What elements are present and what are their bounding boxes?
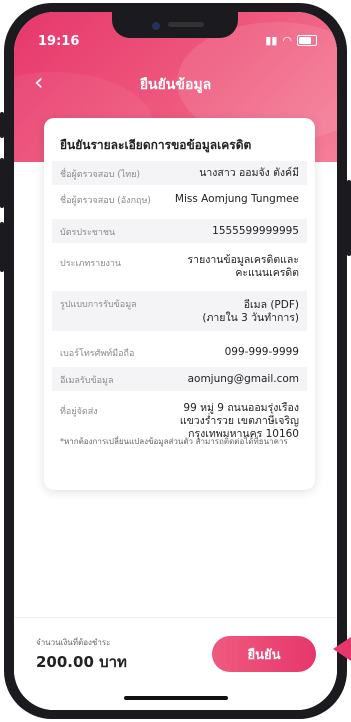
detail-value: Miss Aomjung Tungmee [174, 193, 299, 205]
detail-value: 1555599999995 [212, 225, 299, 237]
detail-value: นางสาว ออมจัง ตังค์มี [199, 167, 299, 179]
page-title: ยืนยันข้อมูล [139, 77, 212, 93]
detail-row: รูปแบบการรับข้อมูล อีเมล (PDF) (ภายใน 3 … [52, 291, 307, 331]
detail-row: ชื่อผู้ตรวจสอบ (ไทย) นางสาว ออมจัง ตังค์… [52, 161, 307, 185]
screen: 19:16 ▮▮ ◠ ‹ ยืนยันข้อมูล ยืนยันรายละเอี… [14, 12, 337, 710]
detail-value: รายงานข้อมูลเครดิตและ คะแนนเครดิต [187, 254, 299, 279]
status-icons: ▮▮ ◠ [265, 34, 317, 47]
wifi-icon: ◠ [282, 34, 292, 47]
pointer-arrow-icon [333, 637, 351, 661]
detail-label: ชื่อผู้ตรวจสอบ (อังกฤษ) [60, 196, 151, 206]
detail-label: เบอร์โทรศัพท์มือถือ [60, 349, 135, 359]
phone-frame: 19:16 ▮▮ ◠ ‹ ยืนยันข้อมูล ยืนยันรายละเอี… [4, 3, 347, 719]
status-time: 19:16 [38, 34, 80, 49]
payment-footer: จำนวนเงินที่ต้องชำระ 200.00 บาท ยืนยัน [14, 617, 337, 710]
confirm-button[interactable]: ยืนยัน [212, 636, 316, 672]
detail-label: ประเภทรายงาน [60, 259, 122, 269]
detail-row: บัตรประชาชน 1555599999995 [52, 219, 307, 243]
notch [112, 12, 238, 38]
detail-label: บัตรประชาชน [60, 228, 116, 238]
details-card: ยืนยันรายละเอียดการขอข้อมูลเครดิต ชื่อผู… [44, 118, 315, 490]
detail-value: aomjung@gmail.com [187, 373, 299, 385]
home-indicator [124, 696, 228, 700]
detail-value: อีเมล (PDF) (ภายใน 3 วันทำการ) [202, 299, 299, 324]
detail-value: 099-999-9999 [224, 346, 299, 358]
speaker [168, 22, 204, 27]
detail-row: ประเภทรายงาน รายงานข้อมูลเครดิตและ คะแนน… [52, 250, 307, 284]
detail-label: อีเมลรับข้อมูล [60, 376, 114, 386]
battery-icon [297, 35, 317, 46]
card-title: ยืนยันรายละเอียดการขอข้อมูลเครดิต [60, 138, 252, 152]
amount-label: จำนวนเงินที่ต้องชำระ [36, 638, 111, 647]
camera-icon [152, 22, 160, 30]
detail-row: อีเมลรับข้อมูล aomjung@gmail.com [52, 367, 307, 391]
detail-row: ชื่อผู้ตรวจสอบ (อังกฤษ) Miss Aomjung Tun… [52, 187, 307, 211]
detail-label: รูปแบบการรับข้อมูล [60, 300, 137, 310]
signal-icon: ▮▮ [265, 34, 278, 47]
detail-row: เบอร์โทรศัพท์มือถือ 099-999-9999 [52, 340, 307, 364]
amount-value: 200.00 บาท [36, 653, 127, 671]
power-button [347, 180, 351, 256]
change-info-note: *หากต้องการเปลี่ยนแปลงข้อมูลส่วนตัว สามา… [60, 437, 288, 446]
detail-label: ชื่อผู้ตรวจสอบ (ไทย) [60, 170, 141, 180]
